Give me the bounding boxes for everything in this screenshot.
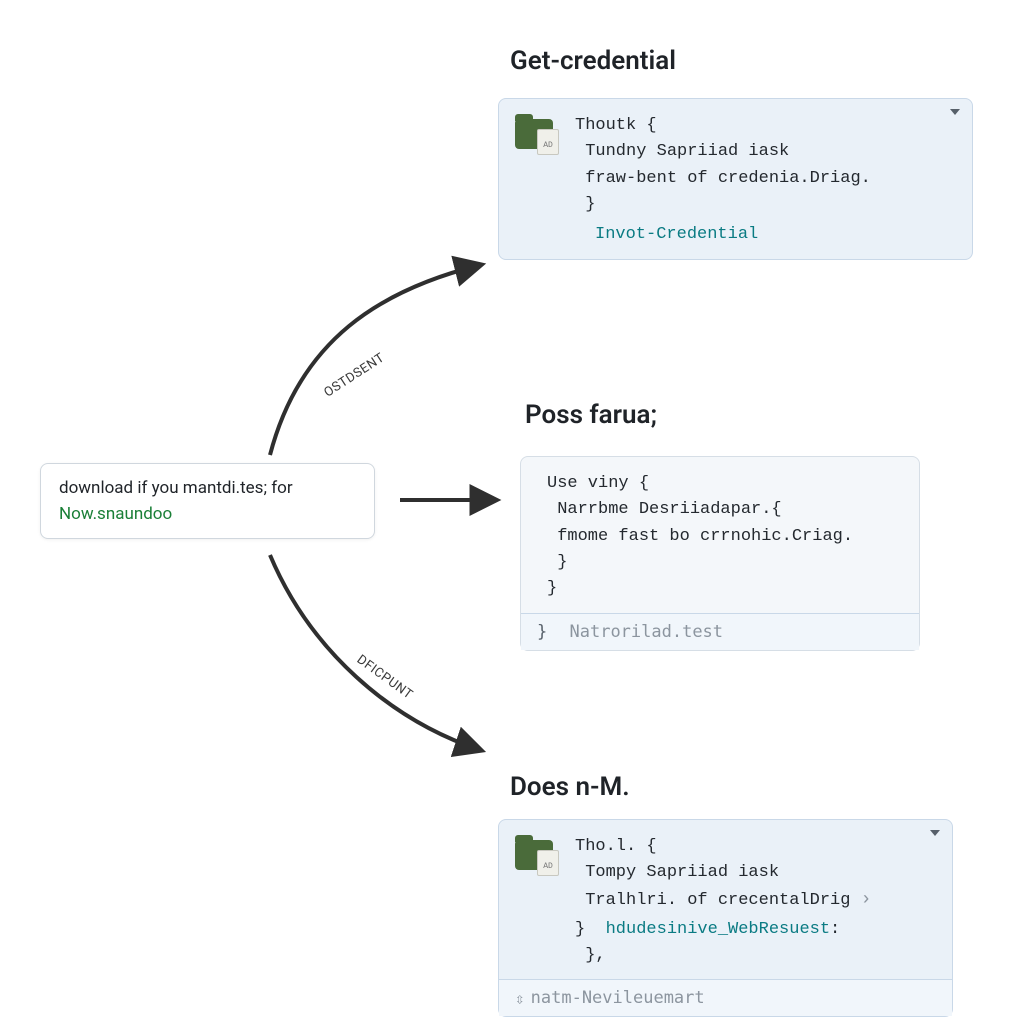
card-3-footer-text: natm-Nevileuemart <box>531 988 705 1008</box>
card-3-footer: ⇳ natm-Nevileuemart <box>499 979 952 1016</box>
card-2-footer: } Natrorilad.test <box>521 613 919 650</box>
dropdown-icon[interactable] <box>950 109 960 115</box>
card-3-code: Tho.l. { Tompy Sapriiad iask Tralhlri. o… <box>575 837 850 910</box>
chevron-right-icon: › <box>861 890 872 910</box>
card-does-nm[interactable]: AD Tho.l. { Tompy Sapriiad iask Tralhlri… <box>498 819 953 1017</box>
source-line-2: Now.snaundoo <box>59 504 356 524</box>
source-line-1: download if you mantdi.tes; for <box>59 478 356 498</box>
script-folder-icon: AD <box>515 834 561 878</box>
dropdown-icon[interactable] <box>930 830 940 836</box>
card-3-title: Does n-M. <box>510 772 630 802</box>
card-poss-farua[interactable]: Use viny { Narrbme Desriiadapar.{ fmome … <box>520 456 920 651</box>
card-2-footer-text: Natrorilad.test <box>570 622 724 642</box>
source-prompt-box: download if you mantdi.tes; for Now.snau… <box>40 463 375 539</box>
script-folder-icon: AD <box>515 113 561 157</box>
card-2-code: Use viny { Narrbme Desriiadapar.{ fmome … <box>547 471 853 603</box>
card-1-title: Get-credential <box>510 46 676 76</box>
arrow-label-bottom: DFICPUNT <box>354 652 416 702</box>
card-2-title: Poss farua; <box>525 400 657 430</box>
arrow-label-top: OSTDSENT <box>321 350 387 400</box>
updown-icon[interactable]: ⇳ <box>515 989 525 1008</box>
card-1-code: Thoutk { Tundny Sapriiad iask fraw-bent … <box>575 116 871 214</box>
card-1-highlight: Invot-Credential <box>595 225 758 244</box>
card-get-credential[interactable]: AD Thoutk { Tundny Sapriiad iask fraw-be… <box>498 98 973 260</box>
card-3-highlight: hdudesinive_WebResuest <box>606 920 830 939</box>
